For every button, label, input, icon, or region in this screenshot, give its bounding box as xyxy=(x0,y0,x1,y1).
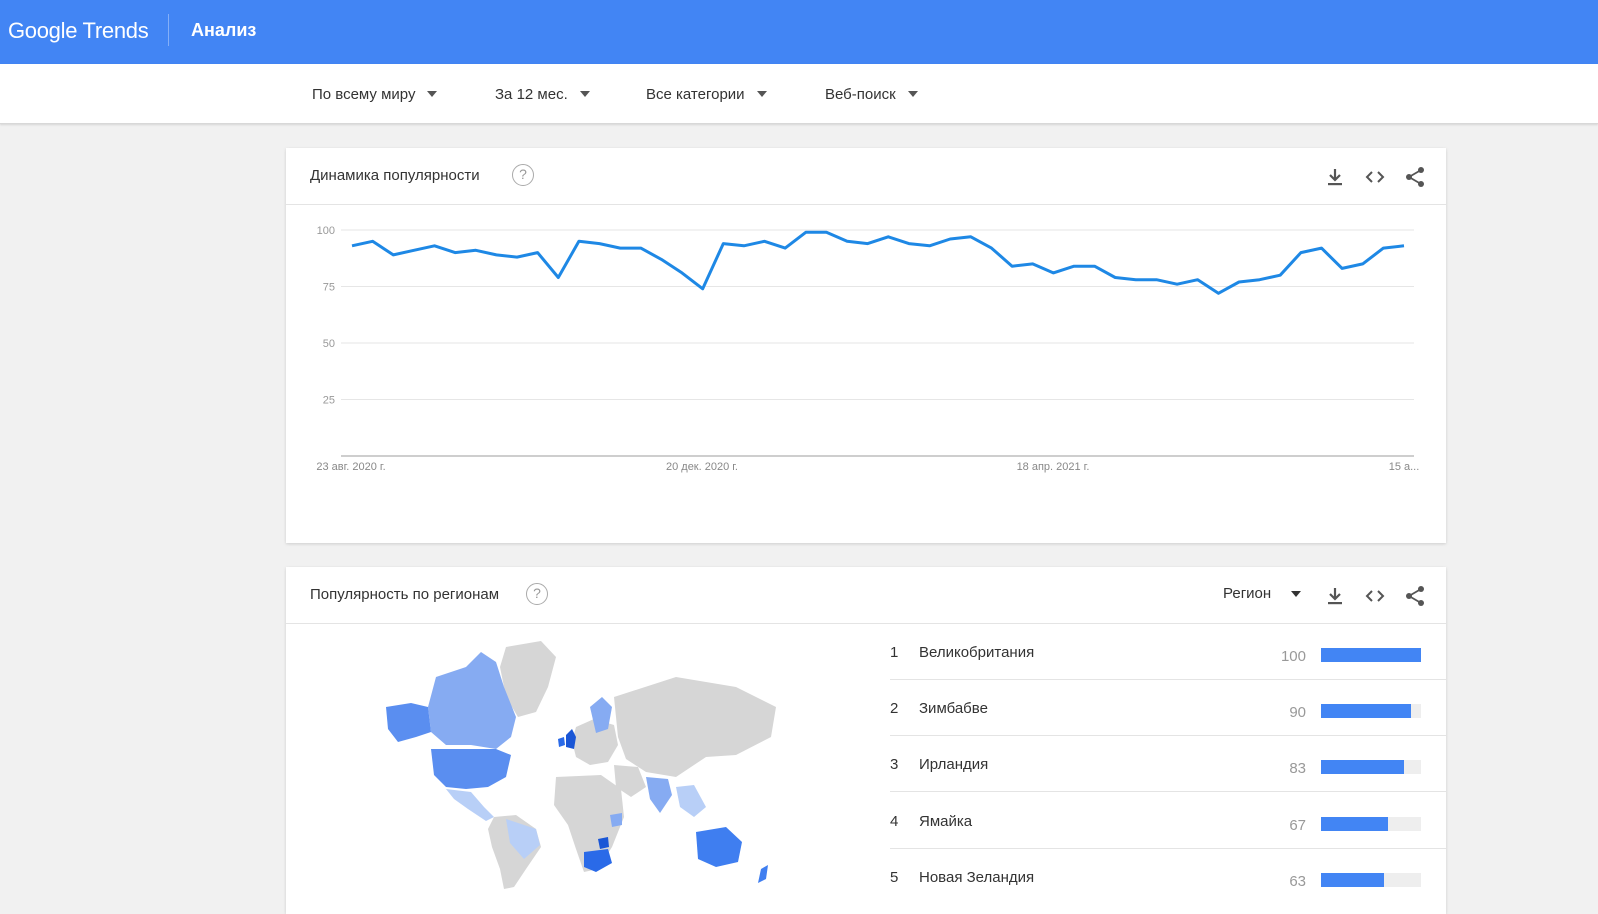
resolution-select[interactable]: Регион xyxy=(1223,585,1302,602)
interest-over-time-card: Динамика популярности ? 25 50 75 100 23 авг.… xyxy=(286,148,1446,543)
y-tick-label: 25 xyxy=(323,395,335,407)
x-tick-label: 20 дек. 2020 г. xyxy=(666,461,738,473)
region-filter[interactable]: По всему миру xyxy=(312,82,438,106)
resolution-select-label: Регион xyxy=(1223,585,1272,602)
y-tick-label: 100 xyxy=(317,225,335,237)
map-region-uk xyxy=(566,729,576,749)
region-name[interactable]: Новая Зеландия xyxy=(919,869,1034,886)
rank-number: 2 xyxy=(890,700,899,717)
header-divider xyxy=(168,14,169,46)
region-row[interactable]: 1 Великобритания 100 xyxy=(890,624,1446,680)
rank-number: 4 xyxy=(890,813,899,830)
y-tick-label: 50 xyxy=(323,338,335,350)
rank-number: 1 xyxy=(890,644,899,661)
search-type-filter-label: Веб-поиск xyxy=(825,85,896,103)
interest-by-region-title: Популярность по регионам xyxy=(310,586,500,603)
region-bar xyxy=(1321,648,1421,662)
google-trends-logo[interactable]: Google Trends xyxy=(8,18,149,44)
share-icon[interactable] xyxy=(1403,584,1427,608)
download-icon[interactable] xyxy=(1323,584,1347,608)
region-bar-fill xyxy=(1321,873,1384,887)
region-value: 100 xyxy=(1280,648,1306,665)
region-row[interactable]: 4 Ямайка 67 xyxy=(890,793,1446,849)
region-bar xyxy=(1321,817,1421,831)
map-region-asia xyxy=(614,677,776,777)
map-region-mexico xyxy=(446,789,494,821)
region-bar xyxy=(1321,760,1421,774)
map-region-usa xyxy=(431,749,511,789)
map-region-australia xyxy=(696,827,742,867)
region-value: 63 xyxy=(1289,873,1306,890)
dropdown-caret-icon xyxy=(756,91,767,97)
category-filter[interactable]: Все категории xyxy=(646,82,767,106)
region-bar-fill xyxy=(1321,817,1388,831)
page-title: Анализ xyxy=(191,20,257,40)
region-filter-label: По всему миру xyxy=(312,85,416,103)
download-icon[interactable] xyxy=(1323,165,1347,189)
map-region-south-africa xyxy=(584,849,612,872)
map-region-alaska xyxy=(386,703,431,742)
map-region-india xyxy=(646,777,672,813)
map-region-ireland xyxy=(558,737,565,747)
help-icon[interactable]: ? xyxy=(512,164,534,186)
share-icon[interactable] xyxy=(1403,165,1427,189)
embed-code-icon[interactable] xyxy=(1363,584,1387,608)
region-bar xyxy=(1321,873,1421,887)
category-filter-label: Все категории xyxy=(646,85,745,103)
card-header: Популярность по регионам ? Регион xyxy=(286,567,1446,624)
help-icon[interactable]: ? xyxy=(526,583,548,605)
region-bar xyxy=(1321,704,1421,718)
region-value: 83 xyxy=(1289,760,1306,777)
app-header: Google Trends Анализ xyxy=(0,0,1598,64)
region-row[interactable]: 3 Ирландия 83 xyxy=(890,736,1446,792)
region-bar-fill xyxy=(1321,704,1411,718)
x-tick-label: 15 а... xyxy=(1389,461,1420,473)
map-region-zimbabwe xyxy=(598,837,609,849)
card-header: Динамика популярности ? xyxy=(286,148,1446,205)
embed-code-icon[interactable] xyxy=(1363,165,1387,189)
series-line xyxy=(351,230,1405,295)
map-region-se-asia xyxy=(676,785,706,817)
search-type-filter[interactable]: Веб-поиск xyxy=(825,82,918,106)
region-value: 90 xyxy=(1289,704,1306,721)
region-bar-fill xyxy=(1321,648,1421,662)
filter-bar: По всему миру За 12 мес. Все категории В… xyxy=(0,64,1598,124)
map-region-kenya xyxy=(610,813,622,827)
map-region-new-zealand xyxy=(758,865,768,883)
x-tick-label: 18 апр. 2021 г. xyxy=(1017,461,1090,473)
dropdown-caret-icon xyxy=(579,91,590,97)
region-name[interactable]: Ямайка xyxy=(919,813,972,830)
region-name[interactable]: Ирландия xyxy=(919,756,988,773)
x-tick-label: 23 авг. 2020 г. xyxy=(316,461,385,473)
interest-by-region-card: Популярность по регионам ? Регион 1 Вели… xyxy=(286,567,1446,914)
world-map[interactable] xyxy=(376,637,786,897)
region-row[interactable]: 2 Зимбабве 90 xyxy=(890,680,1446,736)
dropdown-caret-icon xyxy=(427,91,438,97)
rank-number: 5 xyxy=(890,869,899,886)
dropdown-caret-icon xyxy=(907,91,918,97)
region-name[interactable]: Зимбабве xyxy=(919,700,988,717)
region-row[interactable]: 5 Новая Зеландия 63 xyxy=(890,849,1446,905)
region-bar-fill xyxy=(1321,760,1404,774)
time-range-filter-label: За 12 мес. xyxy=(495,85,568,103)
region-name[interactable]: Великобритания xyxy=(919,644,1034,661)
interest-over-time-chart[interactable]: 25 50 75 100 23 авг. 2020 г. 20 дек. 2020 г. 1… xyxy=(286,205,1446,535)
rank-number: 3 xyxy=(890,756,899,773)
region-value: 67 xyxy=(1289,817,1306,834)
dropdown-caret-icon xyxy=(1291,590,1302,597)
time-range-filter[interactable]: За 12 мес. xyxy=(495,82,590,106)
y-tick-label: 75 xyxy=(323,282,335,294)
interest-over-time-title: Динамика популярности xyxy=(310,167,480,184)
